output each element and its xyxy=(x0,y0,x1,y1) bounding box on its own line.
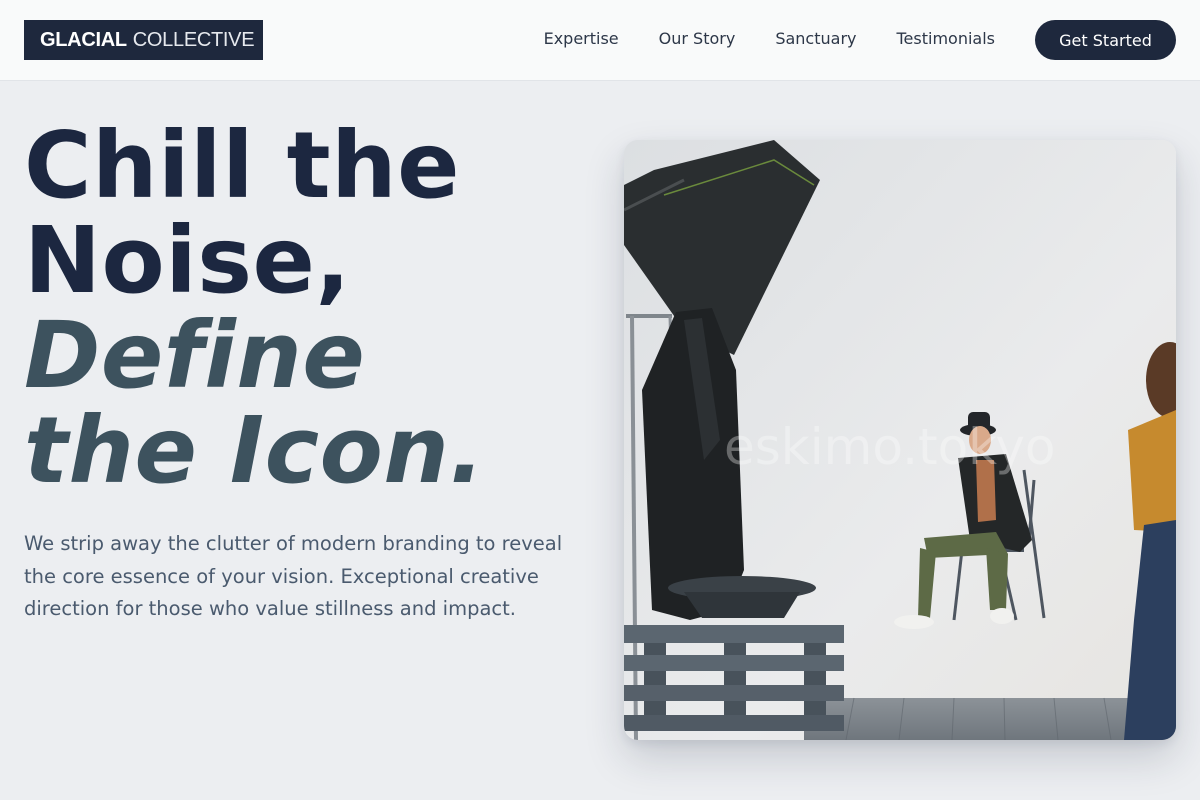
logo-bold-text: GLACIAL xyxy=(40,28,127,51)
headline-line-2: Noise, xyxy=(24,207,351,314)
headline-accent-line-2: the Icon. xyxy=(24,397,485,504)
nav-link-expertise[interactable]: Expertise xyxy=(544,29,619,48)
main-nav: Expertise Our Story Sanctuary Testimonia… xyxy=(544,29,995,48)
hero-headline: Chill the Noise, Define the Icon. xyxy=(24,118,604,498)
nav-link-our-story[interactable]: Our Story xyxy=(659,29,736,48)
nav-link-sanctuary[interactable]: Sanctuary xyxy=(775,29,856,48)
logo-light-text: COLLECTIVE xyxy=(132,28,255,51)
image-watermark: eskimo.tokyo xyxy=(724,418,1056,476)
site-header: GLACIAL COLLECTIVE Expertise Our Story S… xyxy=(0,0,1200,81)
brand-logo[interactable]: GLACIAL COLLECTIVE xyxy=(24,20,263,60)
nav-link-testimonials[interactable]: Testimonials xyxy=(897,29,996,48)
headline-accent-line-1: Define xyxy=(24,302,366,409)
headline-line-1: Chill the xyxy=(24,112,461,219)
hero-description: We strip away the clutter of modern bran… xyxy=(24,532,563,620)
hero-photo: eskimo.tokyo xyxy=(624,140,1176,740)
get-started-button[interactable]: Get Started xyxy=(1035,20,1176,60)
